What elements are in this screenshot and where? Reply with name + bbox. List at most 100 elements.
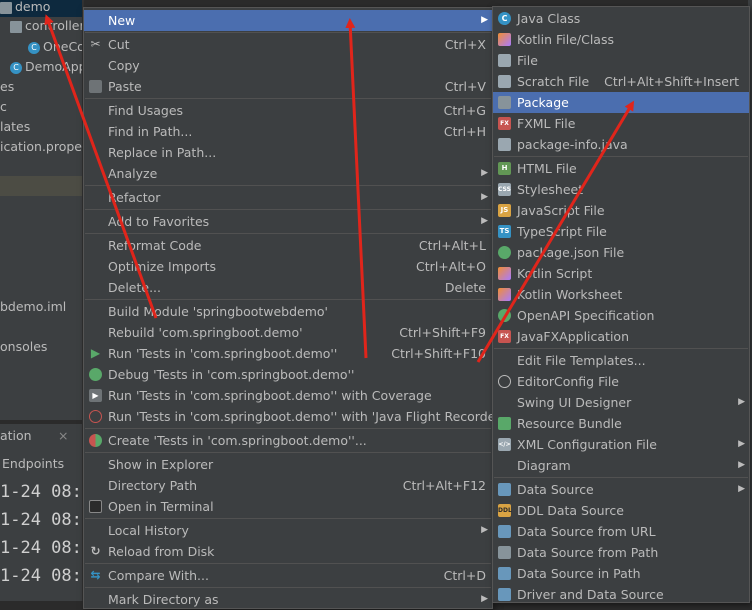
database-path-icon — [498, 546, 511, 559]
menu-item-paste[interactable]: Paste Ctrl+V — [84, 76, 492, 97]
menu-item-label: Create 'Tests in 'com.springboot.demo''.… — [108, 433, 367, 448]
tree-row[interactable]: c — [0, 96, 7, 117]
submenu-item-fxml[interactable]: FX FXML File — [493, 113, 749, 134]
tree-row[interactable]: onsoles — [0, 336, 47, 357]
submenu-item-file[interactable]: File — [493, 50, 749, 71]
submenu-item-package-json[interactable]: package.json File — [493, 242, 749, 263]
menu-item-rebuild[interactable]: Rebuild 'com.springboot.demo' Ctrl+Shift… — [84, 322, 492, 343]
submenu-item-edit-templates[interactable]: Edit File Templates... — [493, 350, 749, 371]
menu-item-reload-from-disk[interactable]: ↻ Reload from Disk — [84, 541, 492, 562]
menu-item-shortcut: Ctrl+D — [443, 568, 486, 583]
submenu-item-resource-bundle[interactable]: Resource Bundle — [493, 413, 749, 434]
menu-item-reformat-code[interactable]: Reformat Code Ctrl+Alt+L — [84, 235, 492, 256]
menu-item-find-in-path[interactable]: Find in Path... Ctrl+H — [84, 121, 492, 142]
submenu-item-editorconfig[interactable]: EditorConfig File — [493, 371, 749, 392]
menu-item-shortcut: Ctrl+H — [443, 124, 486, 139]
submenu-item-diagram[interactable]: Diagram ▶ — [493, 455, 749, 476]
tree-row-controller[interactable]: controller — [10, 15, 84, 36]
menu-item-label: Debug 'Tests in 'com.springboot.demo'' — [108, 367, 355, 382]
menu-item-shortcut: Ctrl+Alt+L — [418, 238, 486, 253]
menu-item-create-tests[interactable]: Create 'Tests in 'com.springboot.demo''.… — [84, 430, 492, 451]
submenu-item-java-class[interactable]: C Java Class — [493, 8, 749, 29]
folder-icon — [0, 1, 12, 14]
tree-row-label: ication.proper — [0, 139, 84, 154]
menu-item-run-flight-recorder[interactable]: Run 'Tests in 'com.springboot.demo'' wit… — [84, 406, 504, 427]
menu-item-add-to-favorites[interactable]: Add to Favorites ▶ — [84, 211, 492, 232]
submenu-item-typescript[interactable]: TS TypeScript File — [493, 221, 749, 242]
menu-item-analyze[interactable]: Analyze ▶ — [84, 163, 492, 184]
menu-item-refactor[interactable]: Refactor ▶ — [84, 187, 492, 208]
create-test-icon — [89, 434, 102, 447]
menu-item-run-tests[interactable]: ▶ Run 'Tests in 'com.springboot.demo'' C… — [84, 343, 492, 364]
scratch-file-icon — [498, 75, 511, 88]
menu-item-cut[interactable]: ✂ Cut Ctrl+X — [84, 34, 492, 55]
menu-item-label: New — [108, 13, 136, 28]
tree-row-oneco[interactable]: C OneCo — [28, 36, 84, 57]
menu-item-label: EditorConfig File — [517, 374, 619, 389]
tree-row-label: DemoApp — [25, 59, 84, 74]
submenu-arrow-icon: ▶ — [481, 216, 488, 226]
tab-endpoints[interactable]: Endpoints — [2, 456, 64, 471]
menu-item-delete[interactable]: Delete... Delete — [84, 277, 492, 298]
reload-icon: ↻ — [90, 544, 101, 558]
submenu-item-driver[interactable]: Driver and Data Source — [493, 584, 749, 605]
menu-item-debug-tests[interactable]: Debug 'Tests in 'com.springboot.demo'' — [84, 364, 492, 385]
menu-item-label: Run 'Tests in 'com.springboot.demo'' wit… — [108, 409, 504, 424]
menu-item-optimize-imports[interactable]: Optimize Imports Ctrl+Alt+O — [84, 256, 492, 277]
submenu-item-openapi[interactable]: OpenAPI Specification — [493, 305, 749, 326]
submenu-arrow-icon: ▶ — [738, 397, 745, 407]
tree-row[interactable]: lates — [0, 116, 30, 137]
submenu-item-html[interactable]: H HTML File — [493, 158, 749, 179]
menu-separator — [85, 209, 491, 210]
menu-item-local-history[interactable]: Local History ▶ — [84, 520, 492, 541]
submenu-item-kotlin-file[interactable]: Kotlin File/Class — [493, 29, 749, 50]
menu-item-directory-path[interactable]: Directory Path Ctrl+Alt+F12 — [84, 475, 492, 496]
menu-item-run-coverage[interactable]: ▶ Run 'Tests in 'com.springboot.demo'' w… — [84, 385, 492, 406]
menu-item-copy[interactable]: Copy — [84, 55, 492, 76]
menu-item-label: Add to Favorites — [108, 214, 210, 229]
submenu-item-data-source-in-path[interactable]: Data Source in Path — [493, 563, 749, 584]
submenu-item-data-source-path[interactable]: Data Source from Path — [493, 542, 749, 563]
file-icon — [498, 54, 511, 67]
submenu-item-scratch-file[interactable]: Scratch File Ctrl+Alt+Shift+Insert — [493, 71, 749, 92]
submenu-item-data-source[interactable]: Data Source ▶ — [493, 479, 749, 500]
menu-item-shortcut: Ctrl+Shift+F10 — [391, 346, 486, 361]
npm-icon — [498, 246, 511, 259]
terminal-icon — [89, 500, 102, 513]
tree-row[interactable]: es — [0, 76, 14, 97]
submenu-item-kotlin-script[interactable]: Kotlin Script — [493, 263, 749, 284]
menu-item-build-module[interactable]: Build Module 'springbootwebdemo' — [84, 301, 492, 322]
tree-row[interactable]: bdemo.iml — [0, 296, 66, 317]
menu-separator — [85, 587, 491, 588]
submenu-item-swing-ui[interactable]: Swing UI Designer ▶ — [493, 392, 749, 413]
menu-separator — [85, 299, 491, 300]
menu-item-label: TypeScript File — [517, 224, 607, 239]
menu-item-label: Cut — [108, 37, 130, 52]
submenu-item-stylesheet[interactable]: CSS Stylesheet — [493, 179, 749, 200]
menu-item-new[interactable]: New ▶ — [84, 10, 492, 31]
menu-item-show-in-explorer[interactable]: Show in Explorer — [84, 454, 492, 475]
tree-row-demoapp[interactable]: C DemoApp — [10, 56, 84, 77]
close-icon[interactable]: × — [58, 428, 68, 443]
menu-item-label: Data Source in Path — [517, 566, 641, 581]
console-line: 1-24 08: — [0, 482, 82, 502]
submenu-item-data-source-url[interactable]: Data Source from URL — [493, 521, 749, 542]
submenu-item-javafx[interactable]: FX JavaFXApplication — [493, 326, 749, 347]
menu-item-compare-with[interactable]: ⇆ Compare With... Ctrl+D — [84, 565, 492, 586]
submenu-item-javascript[interactable]: JS JavaScript File — [493, 200, 749, 221]
menu-item-shortcut: Ctrl+G — [443, 103, 486, 118]
submenu-item-package-info[interactable]: package-info.java — [493, 134, 749, 155]
submenu-item-kotlin-worksheet[interactable]: Kotlin Worksheet — [493, 284, 749, 305]
menu-item-open-in-terminal[interactable]: Open in Terminal — [84, 496, 492, 517]
tree-row-label: lates — [0, 119, 31, 134]
tree-row[interactable]: ication.proper — [0, 136, 84, 157]
menu-item-replace-in-path[interactable]: Replace in Path... — [84, 142, 492, 163]
submenu-item-xml-config[interactable]: </> XML Configuration File ▶ — [493, 434, 749, 455]
menu-item-mark-directory[interactable]: Mark Directory as ▶ — [84, 589, 492, 610]
submenu-item-ddl-data-source[interactable]: DDL DDL Data Source — [493, 500, 749, 521]
tree-row-label: demo — [15, 0, 51, 14]
submenu-item-package[interactable]: Package — [493, 92, 749, 113]
menu-item-find-usages[interactable]: Find Usages Ctrl+G — [84, 100, 492, 121]
menu-item-label: Resource Bundle — [517, 416, 622, 431]
menu-separator — [85, 185, 491, 186]
